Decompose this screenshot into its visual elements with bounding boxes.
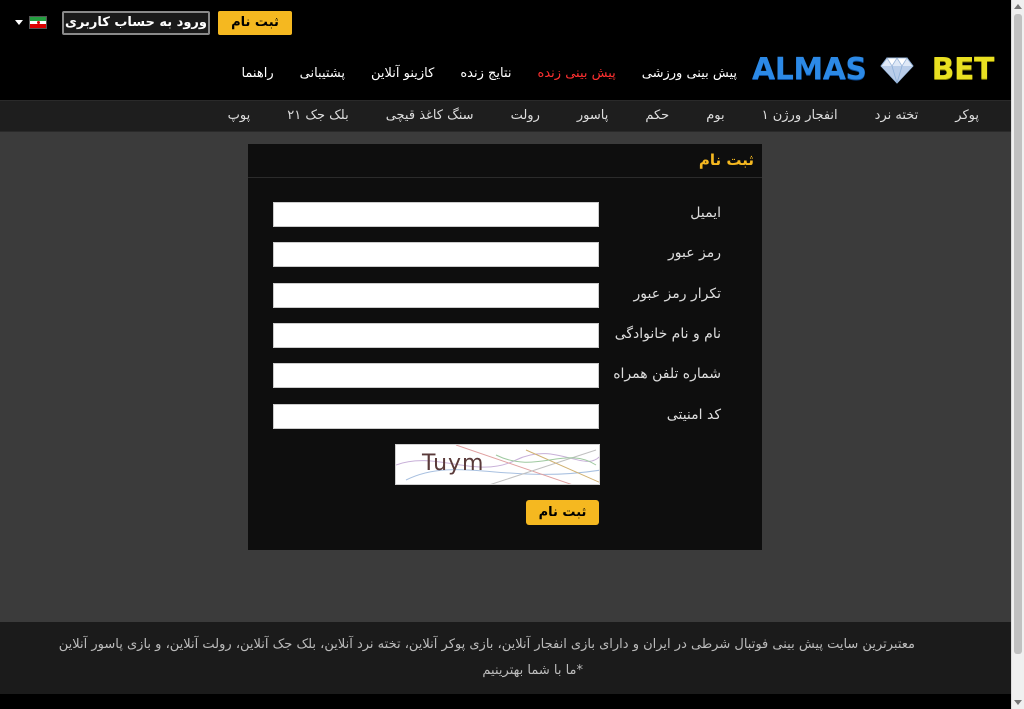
email-label: ایمیل — [690, 205, 721, 221]
subnav-item-backgammon[interactable]: تخته نرد — [875, 108, 919, 123]
phone-row: شماره تلفن همراه — [248, 363, 762, 389]
nav-item-online-casino[interactable]: کازینو آنلاین — [371, 66, 434, 81]
full-name-label: نام و نام خانوادگی — [614, 326, 721, 342]
bottom-strip — [0, 694, 1011, 709]
full-name-row: نام و نام خانوادگی — [248, 323, 762, 349]
form-title: ثبت نام — [698, 151, 754, 169]
scrollbar-thumb[interactable] — [1014, 14, 1022, 654]
scroll-up-icon[interactable] — [1014, 4, 1022, 9]
email-field[interactable] — [273, 202, 599, 227]
nav-item-live-betting[interactable]: پیش بینی زنده — [538, 66, 616, 81]
confirm-password-row: تکرار رمز عبور — [248, 283, 762, 309]
logo-text-bet: BET — [931, 52, 995, 87]
subnav-item-boom[interactable]: بوم — [706, 108, 724, 123]
confirm-password-field[interactable] — [273, 283, 599, 308]
security-code-label: کد امنیتی — [666, 407, 721, 423]
confirm-password-label: تکرار رمز عبور — [633, 286, 721, 302]
diamond-icon — [880, 57, 914, 84]
security-code-row: کد امنیتی — [248, 404, 762, 430]
nav-item-support[interactable]: پشتیبانی — [300, 66, 345, 81]
scroll-down-icon[interactable] — [1014, 700, 1022, 705]
password-field[interactable] — [273, 242, 599, 267]
footer-slogan: *ما با شما بهترینیم — [482, 663, 583, 678]
subnav-item-blackjack[interactable]: بلک جک ۲۱ — [287, 108, 348, 123]
scrollbar[interactable] — [1011, 0, 1024, 709]
subnav-item-crash-v1[interactable]: انفجار ورژن ۱ — [762, 108, 838, 123]
site-logo[interactable]: ALMAS BET — [752, 52, 995, 88]
nav-item-sports-betting[interactable]: پیش بینی ورزشی — [642, 66, 737, 81]
register-form-panel: ثبت نام ایمیل رمز عبور تکرار رمز عبور نا… — [248, 144, 762, 550]
subnav-item-roulette[interactable]: رولت — [511, 108, 540, 123]
header: پیش بینی ورزشی پیش بینی زنده نتایج زنده … — [0, 46, 1011, 100]
footer-description: معتبرترین سایت پیش بینی فوتبال شرطی در ا… — [58, 637, 915, 652]
nav-item-guide[interactable]: راهنما — [241, 66, 273, 81]
password-label: رمز عبور — [667, 245, 721, 261]
panel-header: ثبت نام — [248, 144, 762, 178]
full-name-field[interactable] — [273, 323, 599, 348]
page: ورود به حساب کاربری ثبت نام پیش بینی ورز… — [0, 0, 1011, 709]
captcha-image: Tuym — [395, 444, 600, 485]
submit-register-button[interactable]: ثبت نام — [526, 500, 599, 525]
subnav-item-pop[interactable]: پوپ — [228, 108, 251, 123]
main-nav: پیش بینی ورزشی پیش بینی زنده نتایج زنده … — [241, 66, 737, 81]
security-code-field[interactable] — [273, 404, 599, 429]
captcha-text: Tuym — [422, 451, 485, 476]
iran-flag-icon[interactable] — [29, 16, 47, 29]
nav-item-live-results[interactable]: نتایج زنده — [460, 66, 511, 81]
chevron-down-icon[interactable] — [15, 20, 23, 25]
subnav-item-rock-paper-scissors[interactable]: سنگ کاغذ قیچی — [386, 108, 474, 123]
subnav-item-pasur[interactable]: پاسور — [577, 108, 608, 123]
phone-field[interactable] — [273, 363, 599, 388]
top-bar: ورود به حساب کاربری ثبت نام — [0, 0, 1011, 46]
password-row: رمز عبور — [248, 242, 762, 268]
phone-label: شماره تلفن همراه — [613, 366, 721, 382]
register-button[interactable]: ثبت نام — [218, 11, 292, 35]
login-button[interactable]: ورود به حساب کاربری — [62, 11, 210, 35]
games-subnav: پوکر تخته نرد انفجار ورژن ۱ بوم حکم پاسو… — [0, 100, 1011, 132]
logo-text-almas: ALMAS — [752, 52, 867, 87]
email-row: ایمیل — [248, 202, 762, 228]
footer: معتبرترین سایت پیش بینی فوتبال شرطی در ا… — [0, 622, 1011, 694]
subnav-item-poker[interactable]: پوکر — [955, 108, 979, 123]
subnav-item-hokm[interactable]: حکم — [645, 108, 669, 123]
